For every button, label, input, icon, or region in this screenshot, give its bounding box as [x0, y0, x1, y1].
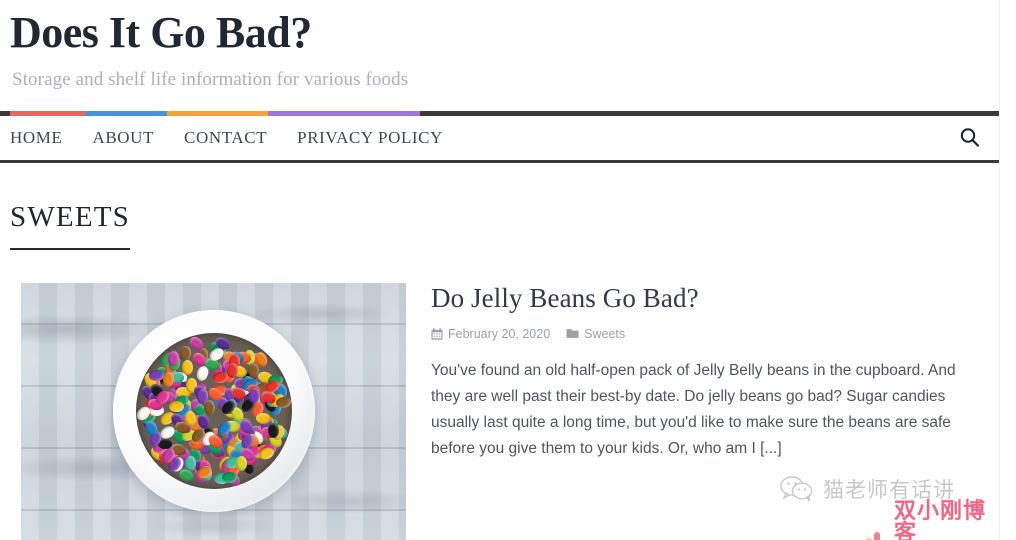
archive-title: SWEETS — [10, 201, 130, 250]
jelly-beans-cluster — [135, 333, 292, 490]
post-title[interactable]: Do Jelly Beans Go Bad? — [431, 283, 1008, 314]
nav-item-contact[interactable]: CONTACT — [184, 128, 267, 148]
post-content: Do Jelly Beans Go Bad? February 20, 2020… — [406, 283, 1008, 540]
nav-item-about[interactable]: ABOUT — [92, 128, 154, 148]
post-date-label: February 20, 2020 — [448, 326, 551, 341]
post-item: Do Jelly Beans Go Bad? February 20, 2020… — [0, 250, 1008, 540]
site-tagline: Storage and shelf life information for v… — [12, 68, 409, 90]
accent-color-bar — [10, 110, 420, 116]
post-meta: February 20, 2020 Sweets — [431, 327, 1008, 341]
accent-segment-red — [10, 110, 85, 116]
folder-icon — [566, 329, 579, 338]
nav-item-privacy-policy[interactable]: PRIVACY POLICY — [297, 128, 443, 148]
archive-header: SWEETS — [0, 163, 1008, 250]
post-excerpt: You've found an old half-open pack of Je… — [431, 361, 956, 457]
main-navigation: HOME ABOUT CONTACT PRIVACY POLICY — [0, 116, 1008, 163]
search-button[interactable] — [959, 127, 980, 148]
site-header: Does It Go Bad? Storage and shelf life i… — [0, 0, 1008, 91]
post-category[interactable]: Sweets — [566, 327, 625, 341]
nav-list: HOME ABOUT CONTACT PRIVACY POLICY — [10, 128, 443, 148]
accent-segment-orange — [167, 110, 268, 116]
site-title[interactable]: Does It Go Bad? — [10, 6, 1008, 59]
header-divider — [0, 110, 1008, 116]
calendar-icon — [431, 327, 443, 340]
accent-segment-blue — [85, 110, 167, 116]
page-root: Does It Go Bad? Storage and shelf life i… — [0, 0, 1008, 540]
nav-item-home[interactable]: HOME — [10, 128, 62, 148]
search-icon — [960, 128, 980, 147]
page-right-edge — [999, 0, 1008, 540]
post-date[interactable]: February 20, 2020 — [431, 327, 550, 341]
post-thumbnail[interactable] — [21, 282, 406, 540]
accent-segment-purple — [268, 110, 420, 116]
post-category-label: Sweets — [584, 326, 626, 341]
